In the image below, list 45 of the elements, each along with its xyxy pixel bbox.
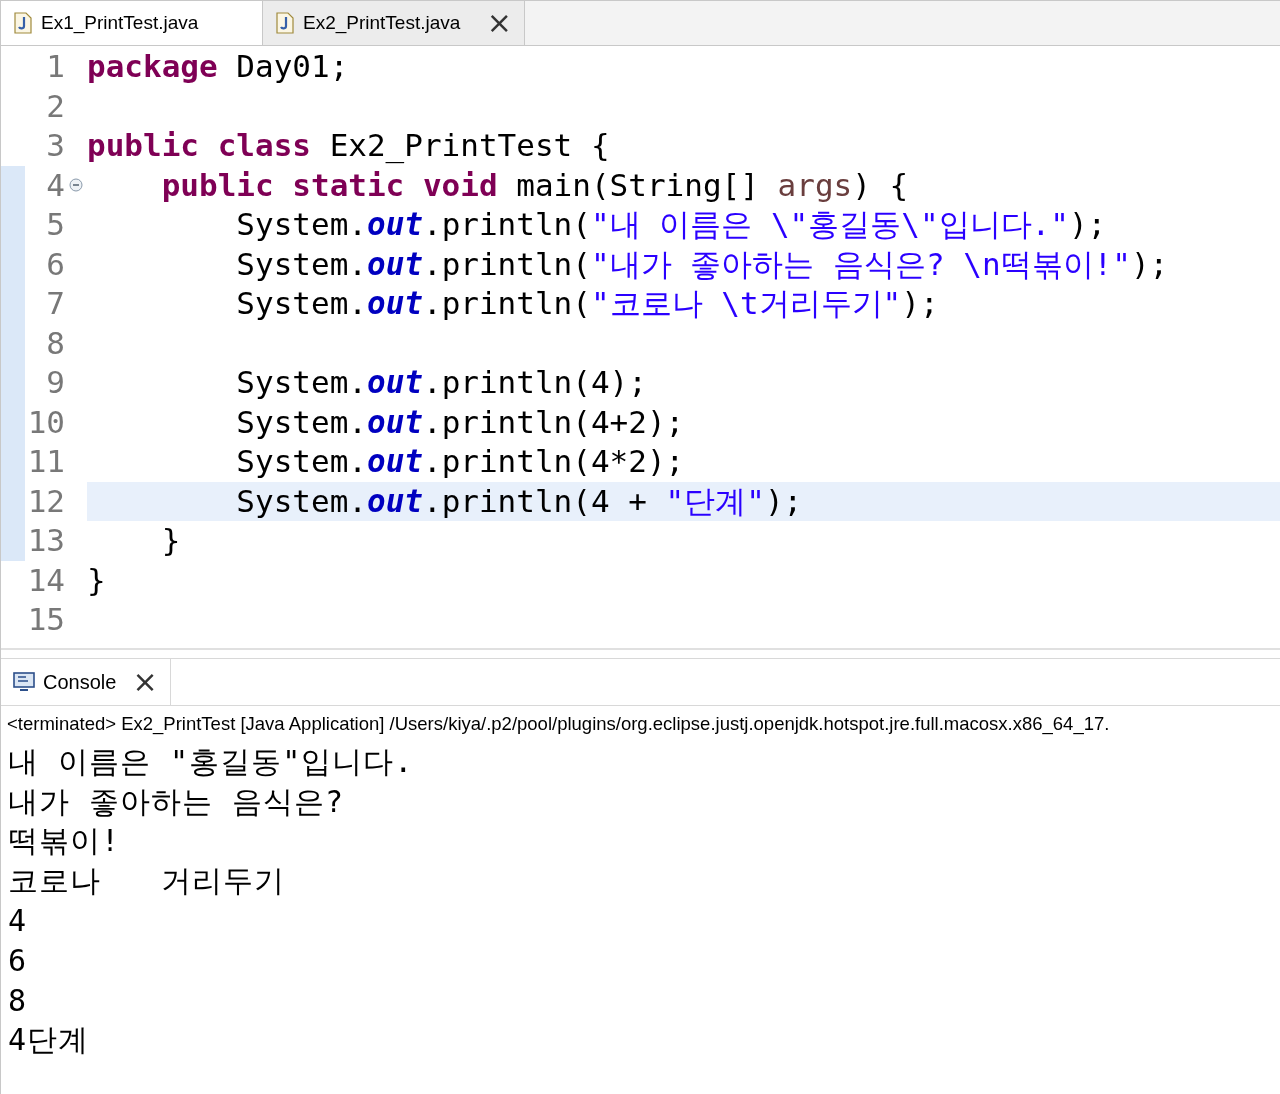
- console-output-line: 4: [8, 901, 29, 940]
- code-line: }: [87, 561, 106, 598]
- code-line: System.out.println(4 + "단계");: [235, 482, 803, 519]
- line-number: 13: [26, 521, 65, 560]
- console-output-line: 8: [8, 981, 29, 1020]
- console-output-line: 코로나 거리두기: [8, 862, 286, 901]
- code-line: System.out.println("코로나 \t거리두기");: [235, 285, 939, 321]
- console-output-line: 내가 좋아하는 음식은?: [8, 782, 346, 821]
- line-number: 7: [45, 284, 65, 323]
- line-number: 3: [45, 126, 65, 165]
- console-output-line: 4단계: [8, 1021, 91, 1060]
- console-output-line: 떡볶이!: [8, 822, 122, 861]
- monitor-icon: [13, 672, 35, 692]
- line-number: 6: [45, 244, 65, 284]
- code-line: package Day01;: [87, 48, 349, 84]
- line-number: 14: [26, 560, 65, 600]
- line-number: 8: [45, 323, 65, 363]
- code-line: System.out.println(4*2);: [235, 443, 685, 479]
- collapse-icon[interactable]: [69, 178, 83, 193]
- line-number: 9: [45, 363, 65, 402]
- line-number: 15: [26, 600, 65, 639]
- line-number: 5: [45, 205, 65, 244]
- java-file-icon: [275, 12, 295, 34]
- code-line: System.out.println("내 이름은 \"홍길동\"입니다.");: [235, 206, 1107, 242]
- code-line: System.out.println(4+2);: [235, 403, 685, 440]
- code-line: public static void main(String[] args) {: [160, 166, 909, 203]
- tab-label: Ex1_PrintTest.java: [41, 10, 199, 36]
- java-file-icon: [13, 12, 33, 34]
- tab-label: Console: [43, 670, 117, 695]
- tab-label: Ex2_PrintTest.java: [303, 10, 461, 36]
- line-number: 12: [26, 481, 65, 521]
- process-status: <terminated> Ex2_PrintTest [Java Application] /Users/kiya/.p2/pool/plugins/org.eclipse.justj.openjdk.hotspot.jre.full.macosx.x86_64_17.: [6, 712, 1111, 737]
- code-line: System.out.println("내가 좋아하는 음식은? \n떡볶이!");: [235, 245, 1169, 282]
- line-number: 1: [45, 47, 65, 86]
- code-line: System.out.println(4);: [235, 364, 647, 400]
- line-number: 2: [45, 86, 65, 126]
- line-number: 11: [26, 442, 65, 481]
- console-output-line: 내 이름은 "홍길동"입니다.: [8, 742, 415, 781]
- code-line: }: [160, 522, 181, 558]
- line-number: 10: [26, 402, 65, 442]
- line-number: 4: [45, 165, 65, 205]
- editor-tab[interactable]: Ex2_PrintTest.java ×: [263, 1, 525, 45]
- editor-tab[interactable]: Ex1_PrintTest.java: [1, 1, 263, 45]
- code-line: public class Ex2_PrintTest {: [87, 127, 610, 163]
- console-output-line: 6: [8, 941, 29, 980]
